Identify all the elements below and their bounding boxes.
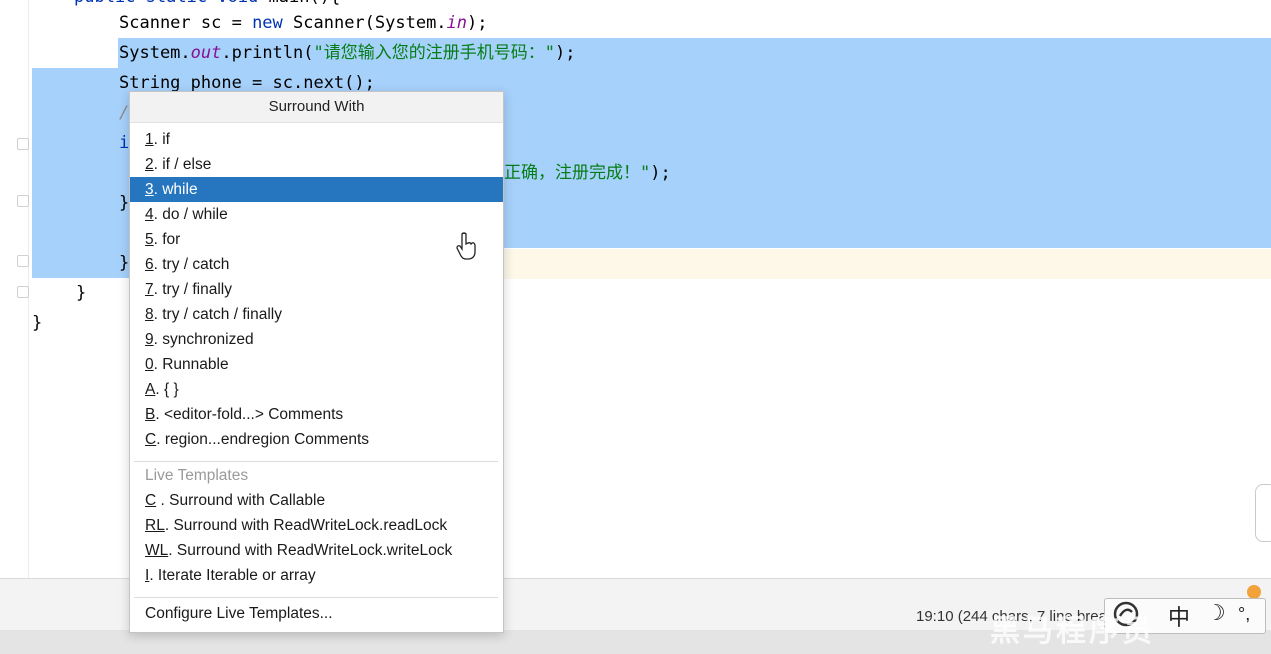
- surround-option-9[interactable]: 9. synchronized: [130, 327, 503, 352]
- notification-icon[interactable]: [1247, 585, 1261, 599]
- option-label: . do / while: [153, 206, 228, 223]
- mnemonic-key: 5: [145, 231, 154, 248]
- surround-option-2[interactable]: 2. if / else: [130, 152, 503, 177]
- mnemonic-key: C: [145, 431, 157, 448]
- editor-gutter[interactable]: [0, 0, 29, 578]
- option-label: . for: [153, 231, 181, 248]
- surround-option-6[interactable]: 6. try / catch: [130, 252, 503, 277]
- code-token: i: [119, 133, 130, 153]
- fold-marker-icon[interactable]: [17, 195, 29, 207]
- mnemonic-key: WL: [145, 542, 169, 559]
- code-token: }: [119, 193, 130, 213]
- mnemonic-key: 3: [145, 181, 154, 198]
- code-token: System.: [119, 43, 191, 63]
- surround-option-a[interactable]: A. { }: [130, 377, 503, 402]
- surround-option-0[interactable]: 0. Runnable: [130, 352, 503, 377]
- option-label: . region...endregion Comments: [156, 431, 370, 448]
- code-token: 正确，注册完成！": [504, 163, 651, 183]
- watermark-logo: 黑马程序员: [990, 615, 1155, 648]
- mnemonic-key: 7: [145, 281, 154, 298]
- mnemonic-key: B: [145, 406, 156, 423]
- code-token: .println(: [221, 43, 314, 63]
- live-template-wl[interactable]: WL. Surround with ReadWriteLock.writeLoc…: [130, 538, 503, 563]
- option-label: . Surround with Callable: [156, 492, 326, 509]
- popup-title: Surround With: [130, 92, 503, 123]
- code-token: "请您输入您的注册手机号码：": [313, 43, 555, 63]
- option-label: . if / else: [153, 156, 212, 173]
- option-label: . Surround with ReadWriteLock.readLock: [164, 517, 448, 534]
- option-label: . <editor-fold...> Comments: [155, 406, 344, 423]
- option-label: . if: [153, 131, 170, 148]
- code-line[interactable]: System.out.println("请您输入您的注册手机号码：");: [119, 38, 575, 68]
- code-token: );: [650, 163, 671, 183]
- live-templates-heading: Live Templates: [145, 467, 249, 484]
- code-line[interactable]: }: [119, 188, 129, 218]
- mnemonic-key: RL: [145, 517, 165, 534]
- side-panel-handle[interactable]: [1255, 484, 1271, 542]
- configure-live-templates-item[interactable]: Configure Live Templates...: [130, 601, 503, 626]
- option-label: . try / catch / finally: [153, 306, 282, 323]
- surround-option-8[interactable]: 8. try / catch / finally: [130, 302, 503, 327]
- mnemonic-key: 4: [145, 206, 154, 223]
- surround-option-7[interactable]: 7. try / finally: [130, 277, 503, 302]
- fold-marker-icon[interactable]: [17, 255, 29, 267]
- code-line[interactable]: Scanner sc = new Scanner(System.in);: [119, 8, 488, 38]
- code-line[interactable]: }: [32, 308, 42, 338]
- mnemonic-key: 2: [145, 156, 154, 173]
- code-token: String phone = sc.next();: [119, 73, 375, 93]
- surround-option-5[interactable]: 5. for: [130, 227, 503, 252]
- code-token: }: [76, 283, 87, 303]
- code-token: );: [554, 43, 576, 63]
- code-token: out: [190, 43, 222, 63]
- option-label: . synchronized: [153, 331, 254, 348]
- code-token: Scanner(System.: [282, 13, 447, 33]
- option-label: . try / finally: [153, 281, 233, 298]
- option-label: . Runnable: [153, 356, 229, 373]
- surround-option-1[interactable]: 1. if: [130, 127, 503, 152]
- live-template-c[interactable]: C . Surround with Callable: [130, 488, 503, 513]
- menu-separator: [134, 461, 498, 462]
- mnemonic-key: 8: [145, 306, 154, 323]
- code-token: }: [119, 253, 130, 273]
- option-label: . Surround with ReadWriteLock.writeLock: [168, 542, 453, 559]
- mnemonic-key: A: [145, 381, 156, 398]
- option-label: . { }: [155, 381, 179, 398]
- code-token: }: [32, 313, 43, 333]
- live-template-i[interactable]: I. Iterate Iterable or array: [130, 563, 503, 588]
- code-line[interactable]: }: [119, 248, 129, 278]
- option-label: . Iterate Iterable or array: [149, 567, 316, 584]
- ime-halfwidth-icon[interactable]: ☽: [1206, 600, 1226, 626]
- code-token: in: [446, 13, 468, 33]
- text-selection: [32, 248, 130, 278]
- fold-marker-icon[interactable]: [17, 286, 29, 298]
- ime-language-mode[interactable]: 中: [1168, 600, 1190, 632]
- code-line[interactable]: /: [119, 98, 129, 128]
- surround-option-3[interactable]: 3. while: [130, 177, 503, 202]
- code-token: );: [467, 13, 488, 33]
- code-token: Scanner sc =: [119, 13, 253, 33]
- surround-option-4[interactable]: 4. do / while: [130, 202, 503, 227]
- hand-pointer-icon: [456, 232, 476, 260]
- code-line[interactable]: i: [119, 128, 129, 158]
- surround-option-b[interactable]: B. <editor-fold...> Comments: [130, 402, 503, 427]
- surround-with-popup[interactable]: Surround With 1. if 2. if / else 3. while 4…: [129, 91, 504, 633]
- menu-separator: [134, 597, 498, 598]
- code-token: new: [252, 13, 283, 33]
- mnemonic-key: C: [145, 492, 157, 509]
- mnemonic-key: 9: [145, 331, 154, 348]
- mnemonic-key: 1: [145, 131, 154, 148]
- fold-marker-icon[interactable]: [17, 138, 29, 150]
- live-template-rl[interactable]: RL. Surround with ReadWriteLock.readLock: [130, 513, 503, 538]
- mnemonic-key: 6: [145, 256, 154, 273]
- code-token: /: [119, 103, 130, 123]
- ime-punctuation-icon[interactable]: °,: [1238, 604, 1250, 625]
- mnemonic-key: 0: [145, 356, 154, 373]
- code-line[interactable]: 正确，注册完成！");: [504, 158, 671, 188]
- surround-option-c[interactable]: C. region...endregion Comments: [130, 427, 503, 452]
- option-label: . while: [153, 181, 198, 198]
- option-label: . try / catch: [153, 256, 230, 273]
- code-line[interactable]: }: [76, 278, 86, 308]
